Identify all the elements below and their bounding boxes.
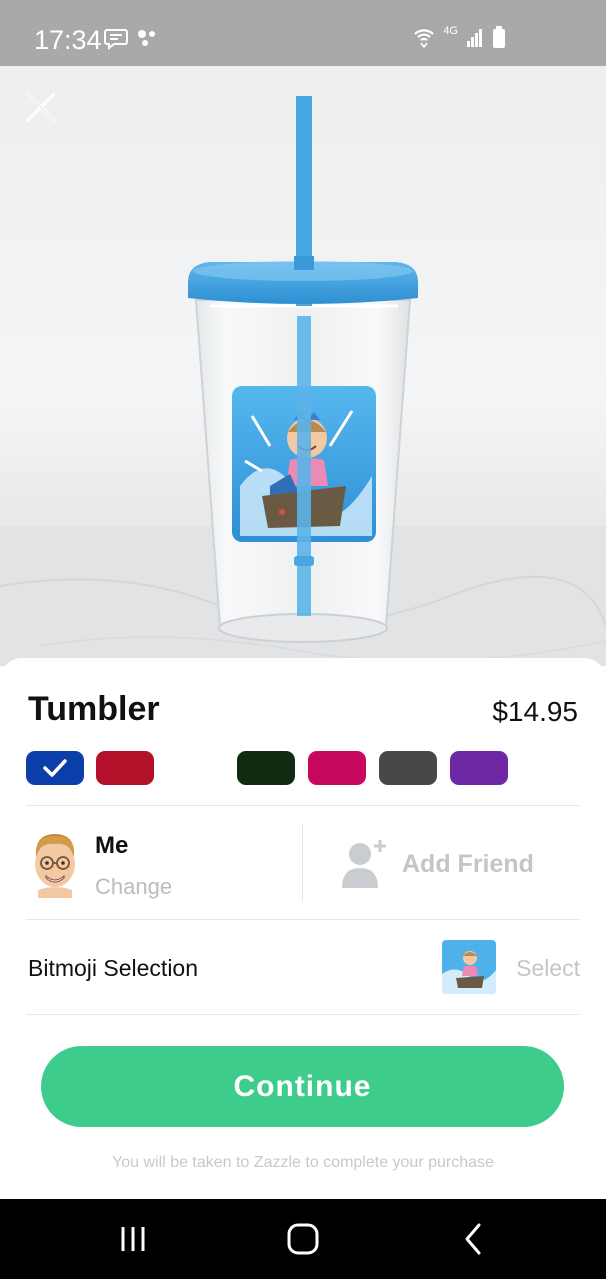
product-price: $14.95 [492, 696, 578, 727]
battery-icon [493, 26, 505, 48]
status-time: 17:34 [34, 25, 102, 55]
zazzle-footnote: You will be taken to Zazzle to complete … [112, 1154, 494, 1171]
bitmoji-thumbnail[interactable] [442, 940, 496, 994]
tumbler-image [0, 96, 606, 666]
color-swatch-magenta[interactable] [308, 751, 366, 785]
divider [26, 919, 580, 920]
add-friend-button[interactable]: Add Friend [340, 838, 580, 894]
back-icon[interactable] [453, 1221, 493, 1257]
continue-button[interactable]: Continue [41, 1046, 564, 1127]
signal-icon [467, 29, 482, 47]
add-friend-label: Add Friend [402, 850, 534, 878]
color-swatches [0, 751, 606, 787]
checkmark-icon [43, 759, 67, 777]
me-avatar [35, 834, 75, 898]
color-swatch-dark-green[interactable] [237, 751, 295, 785]
close-icon[interactable] [24, 90, 58, 124]
message-icon [104, 29, 128, 50]
change-link[interactable]: Change [95, 874, 172, 900]
bitmoji-selection-label: Bitmoji Selection [28, 955, 199, 981]
divider [26, 805, 580, 806]
recents-icon[interactable] [113, 1221, 153, 1257]
vertical-divider [302, 824, 303, 902]
network-type: 4G [443, 25, 458, 37]
product-options-sheet: Tumbler $14.95 Me Change Add Friend Bitm… [0, 658, 606, 1199]
divider [26, 1014, 580, 1015]
home-icon[interactable] [283, 1221, 323, 1257]
dots-icon [138, 30, 155, 46]
color-swatch-purple[interactable] [450, 751, 508, 785]
product-image [0, 66, 606, 666]
color-swatch-blue[interactable] [26, 751, 84, 785]
select-link[interactable]: Select [516, 955, 580, 982]
wifi-icon [414, 29, 435, 48]
product-title: Tumbler [28, 690, 160, 728]
system-nav-bar [0, 1199, 606, 1279]
me-selector[interactable]: Me Change [28, 828, 298, 908]
status-bar: 17:34 4G [0, 0, 606, 66]
color-swatch-red[interactable] [96, 751, 154, 785]
add-friend-icon [342, 840, 386, 888]
color-swatch-dark-gray[interactable] [379, 751, 437, 785]
me-label: Me [95, 832, 129, 859]
bitmoji-selection-row[interactable]: Bitmoji Selection Select [28, 940, 580, 998]
